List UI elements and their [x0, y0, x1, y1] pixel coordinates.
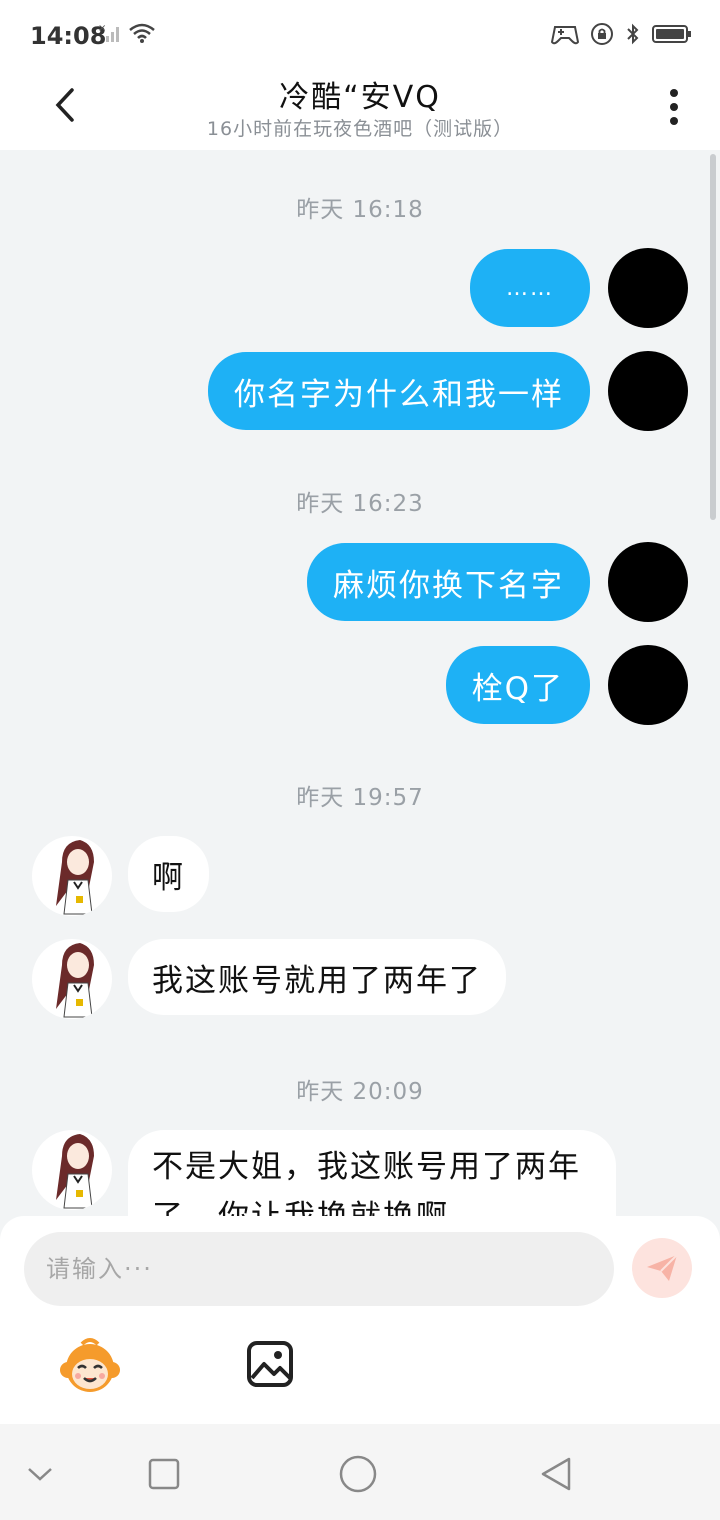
message-bubble-sent[interactable]: 你名字为什么和我一样 [208, 352, 590, 430]
message-bubble-received[interactable]: 不是大姐，我这账号用了两年了，你让我换就换啊 [128, 1130, 616, 1216]
message-row-sent: 麻烦你换下名字 [307, 542, 688, 622]
anime-girl-avatar-icon [56, 1134, 94, 1209]
message-timestamp: 昨天 16:18 [296, 197, 424, 223]
nav-home-button[interactable] [336, 1452, 380, 1496]
bluetooth-icon [627, 23, 639, 45]
more-vertical-icon [670, 89, 678, 125]
chat-message-list[interactable]: 昨天 16:18 …… 你名字为什么和我一样 昨天 16:23 麻烦你换下名字 … [0, 150, 720, 1216]
battery-icon [652, 25, 691, 43]
anime-girl-avatar-icon [56, 943, 94, 1018]
message-bubble-received[interactable]: 啊 [128, 836, 209, 912]
contact-avatar[interactable] [32, 836, 112, 916]
message-row-received: 不是大姐，我这账号用了两年了，你让我换就换啊 [32, 1130, 616, 1216]
triangle-back-icon [541, 1457, 571, 1491]
chat-scrollbar[interactable] [710, 154, 716, 520]
my-avatar[interactable] [608, 645, 688, 725]
nav-hide-keyboard-button[interactable] [18, 1452, 62, 1496]
message-row-received: 啊 [32, 836, 209, 916]
anime-girl-avatar-icon [56, 840, 94, 915]
paper-plane-icon [647, 1254, 678, 1281]
system-nav-bar [0, 1424, 720, 1520]
contact-avatar[interactable] [32, 939, 112, 1019]
message-row-sent: 你名字为什么和我一样 [208, 351, 688, 431]
message-composer [0, 1216, 720, 1424]
status-left-icons: × [98, 22, 156, 44]
message-row-sent: …… [470, 248, 688, 328]
circle-icon [339, 1455, 377, 1493]
signal-off-icon: × [98, 23, 119, 42]
image-picker-button[interactable] [246, 1340, 294, 1388]
monkey-face-emoji-icon [60, 1338, 120, 1392]
chevron-down-icon [28, 1468, 52, 1481]
message-timestamp: 昨天 20:09 [296, 1079, 424, 1105]
message-bubble-sent[interactable]: 麻烦你换下名字 [307, 543, 590, 621]
my-avatar[interactable] [608, 351, 688, 431]
square-icon [148, 1458, 180, 1490]
message-bubble-sent[interactable]: 栓Q了 [445, 646, 590, 724]
chat-header: 冷酷“安VQ 16小时前在玩夜色酒吧（测试版） [0, 70, 720, 150]
message-timestamp: 昨天 19:57 [296, 785, 424, 811]
status-time: 14:08 [30, 22, 107, 50]
more-options-button[interactable] [654, 82, 694, 132]
message-bubble-received[interactable]: 我这账号就用了两年了 [128, 939, 506, 1015]
emoji-button[interactable] [58, 1336, 122, 1396]
message-bubble-sent[interactable]: …… [470, 249, 590, 327]
nav-back-button[interactable] [534, 1452, 578, 1496]
message-row-received: 我这账号就用了两年了 [32, 939, 506, 1019]
game-controller-icon [550, 26, 580, 45]
send-button[interactable] [632, 1238, 692, 1298]
message-timestamp: 昨天 16:23 [296, 491, 424, 517]
status-bar: 14:08 × [0, 0, 720, 70]
status-right-icons [550, 22, 692, 46]
image-icon [247, 1341, 293, 1387]
my-avatar[interactable] [608, 248, 688, 328]
message-input[interactable] [24, 1232, 614, 1306]
chat-subtitle: 16小时前在玩夜色酒吧（测试版） [206, 118, 514, 140]
contact-avatar[interactable] [32, 1130, 112, 1210]
nav-recents-button[interactable] [142, 1452, 186, 1496]
wifi-icon [129, 23, 155, 43]
my-avatar[interactable] [608, 542, 688, 622]
message-row-sent: 栓Q了 [445, 645, 688, 725]
chat-title: 冷酷“安VQ [279, 80, 441, 115]
svg-text:×: × [98, 23, 106, 34]
lock-rotation-icon [591, 23, 613, 45]
